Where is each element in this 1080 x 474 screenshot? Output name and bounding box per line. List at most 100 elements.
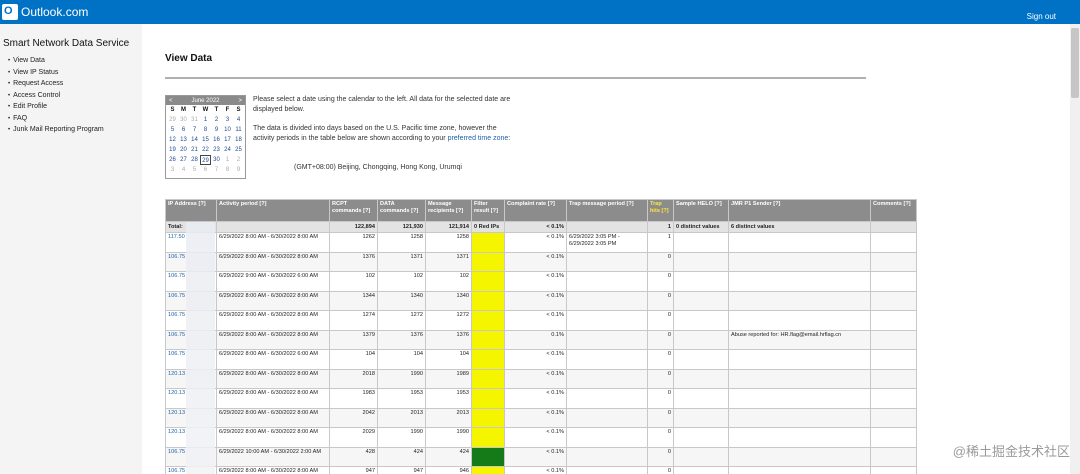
calendar-day[interactable]: 30 — [211, 155, 222, 165]
calendar-day[interactable]: 5 — [189, 165, 200, 175]
calendar-day[interactable]: 23 — [211, 145, 222, 155]
calendar-day[interactable]: 7 — [211, 165, 222, 175]
calendar-day[interactable]: 6 — [178, 125, 189, 135]
calendar-day[interactable]: 5 — [167, 125, 178, 135]
col-trap-message-period[interactable]: Trap message period [?] — [566, 199, 648, 222]
cell-sample-helo — [673, 310, 729, 331]
cell-trap-message-period — [566, 310, 648, 331]
cell-trap-message-period — [566, 368, 648, 389]
col-filter-result[interactable]: Filter result [?] — [471, 199, 505, 222]
outlook-brand[interactable]: Outlook.com — [2, 3, 88, 21]
calendar-day-selected[interactable]: 29 — [200, 155, 211, 165]
ip-address-link[interactable]: 106.75 — [168, 254, 185, 260]
calendar-day[interactable]: 31 — [189, 115, 200, 125]
cell-comments — [870, 349, 917, 370]
cell-activity-period: 6/29/2022 8:00 AM - 6/30/2022 8:00 AM — [216, 290, 330, 311]
calendar-day[interactable]: 29 — [167, 115, 178, 125]
cell-trap-hits: 0 — [647, 407, 674, 428]
col-activity-period[interactable]: Activity period [?] — [216, 199, 330, 222]
calendar-day[interactable]: 15 — [200, 135, 211, 145]
ip-address-link[interactable]: 120.13 — [168, 371, 185, 377]
preferred-time-zone-link[interactable]: preferred time zone — [448, 135, 509, 142]
total-msg: 121,914 — [425, 221, 472, 233]
ip-address-link[interactable]: 120.13 — [168, 429, 185, 435]
prev-month-button[interactable]: < — [169, 98, 173, 104]
calendar-day[interactable]: 20 — [178, 145, 189, 155]
col-sample-helo[interactable]: Sample HELO [?] — [673, 199, 729, 222]
calendar-day[interactable]: 21 — [189, 145, 200, 155]
calendar-day[interactable]: 28 — [189, 155, 200, 165]
ip-address-link[interactable]: 106.75 — [168, 293, 185, 299]
cell-comments — [870, 251, 917, 272]
ip-address-link[interactable]: 120.13 — [168, 390, 185, 396]
table-row: 117.50 6/29/2022 8:00 AM - 6/30/2022 8:00… — [165, 232, 917, 253]
calendar-day[interactable]: 3 — [167, 165, 178, 175]
ip-address-link[interactable]: 106.75 — [168, 351, 185, 357]
sidebar-item-access-control[interactable]: Access Control — [8, 90, 104, 102]
calendar-day[interactable]: 25 — [233, 145, 244, 155]
calendar-month-label: June 2022 — [191, 97, 220, 104]
calendar-day[interactable]: 16 — [211, 135, 222, 145]
calendar-day[interactable]: 1 — [222, 155, 233, 165]
col-comments[interactable]: Comments [?] — [870, 199, 917, 222]
table-row: 120.13 6/29/2022 8:00 AM - 6/30/2022 8:00… — [165, 368, 917, 389]
calendar-day[interactable]: 2 — [233, 155, 244, 165]
col-complaint-rate[interactable]: Complaint rate [?] — [504, 199, 567, 222]
cell-activity-period: 6/29/2022 10:00 AM - 6/30/2022 2:00 AM — [216, 446, 330, 467]
calendar-day[interactable]: 1 — [200, 115, 211, 125]
calendar-day[interactable]: 26 — [167, 155, 178, 165]
calendar-day[interactable]: 14 — [189, 135, 200, 145]
col-trap-hits[interactable]: Trap hits [?] — [647, 199, 674, 222]
calendar-day[interactable]: 12 — [167, 135, 178, 145]
calendar-day[interactable]: 4 — [233, 115, 244, 125]
calendar-day[interactable]: 11 — [233, 125, 244, 135]
calendar-day[interactable]: 9 — [233, 165, 244, 175]
sidebar-item-request-access[interactable]: Request Access — [8, 78, 104, 90]
ip-address-link[interactable]: 106.75 — [168, 273, 185, 279]
calendar-day[interactable]: 22 — [200, 145, 211, 155]
cell-jmr-sender — [728, 251, 871, 272]
col-rcpt-commands[interactable]: RCPT commands [?] — [329, 199, 378, 222]
calendar-day[interactable]: 8 — [200, 125, 211, 135]
ip-address-link[interactable]: 117.50 — [168, 234, 185, 240]
cell-activity-period: 6/29/2022 8:00 AM - 6/30/2022 8:00 AM — [216, 466, 330, 474]
calendar-day[interactable]: 19 — [167, 145, 178, 155]
col-message-recipients[interactable]: Message recipients [?] — [425, 199, 472, 222]
sidebar-item-view-ip-status[interactable]: View IP Status — [8, 67, 104, 79]
calendar-day[interactable]: 7 — [189, 125, 200, 135]
calendar-day[interactable]: 6 — [200, 165, 211, 175]
calendar-day[interactable]: 10 — [222, 125, 233, 135]
calendar-day[interactable]: 24 — [222, 145, 233, 155]
calendar-day[interactable]: 2 — [211, 115, 222, 125]
col-ip-address[interactable]: IP Address [?] — [165, 199, 217, 222]
calendar-day[interactable]: 4 — [178, 165, 189, 175]
service-title: Smart Network Data Service — [3, 38, 130, 49]
calendar-day[interactable]: 9 — [211, 125, 222, 135]
sidebar-item-faq[interactable]: FAQ — [8, 113, 104, 125]
calendar-day[interactable]: 8 — [222, 165, 233, 175]
calendar-day[interactable]: 17 — [222, 135, 233, 145]
calendar-day[interactable]: 18 — [233, 135, 244, 145]
sign-out-link[interactable]: Sign out — [1027, 12, 1056, 21]
calendar-grid: S M T W T F S 29 30 31 1 2 3 4 5 6 7 8 9 10 11 12 13 14 15 16 17 18… — [166, 105, 245, 175]
ip-address-link[interactable]: 106.75 — [168, 468, 185, 474]
calendar-day[interactable]: 3 — [222, 115, 233, 125]
sidebar-item-junk-mail-reporting[interactable]: Junk Mail Reporting Program — [8, 124, 104, 136]
calendar-day[interactable]: 30 — [178, 115, 189, 125]
sidebar-item-view-data[interactable]: View Data — [8, 55, 104, 67]
scrollbar-thumb[interactable] — [1071, 28, 1079, 98]
calendar-day[interactable]: 27 — [178, 155, 189, 165]
col-jmr-p1-sender[interactable]: JMR P1 Sender [?] — [728, 199, 871, 222]
cell-rcpt: 104 — [329, 349, 378, 370]
ip-address-link[interactable]: 106.75 — [168, 312, 185, 318]
ip-address-link[interactable]: 106.75 — [168, 449, 185, 455]
outlook-logo-icon — [2, 4, 18, 20]
next-month-button[interactable]: > — [238, 98, 242, 104]
cell-activity-period: 6/29/2022 8:00 AM - 6/30/2022 8:00 AM — [216, 388, 330, 409]
ip-address-link[interactable]: 120.13 — [168, 410, 185, 416]
sidebar-item-edit-profile[interactable]: Edit Profile — [8, 101, 104, 113]
ip-address-link[interactable]: 106.75 — [168, 332, 185, 338]
calendar-day[interactable]: 13 — [178, 135, 189, 145]
cell-rcpt: 1262 — [329, 232, 378, 253]
col-data-commands[interactable]: DATA commands [?] — [377, 199, 426, 222]
